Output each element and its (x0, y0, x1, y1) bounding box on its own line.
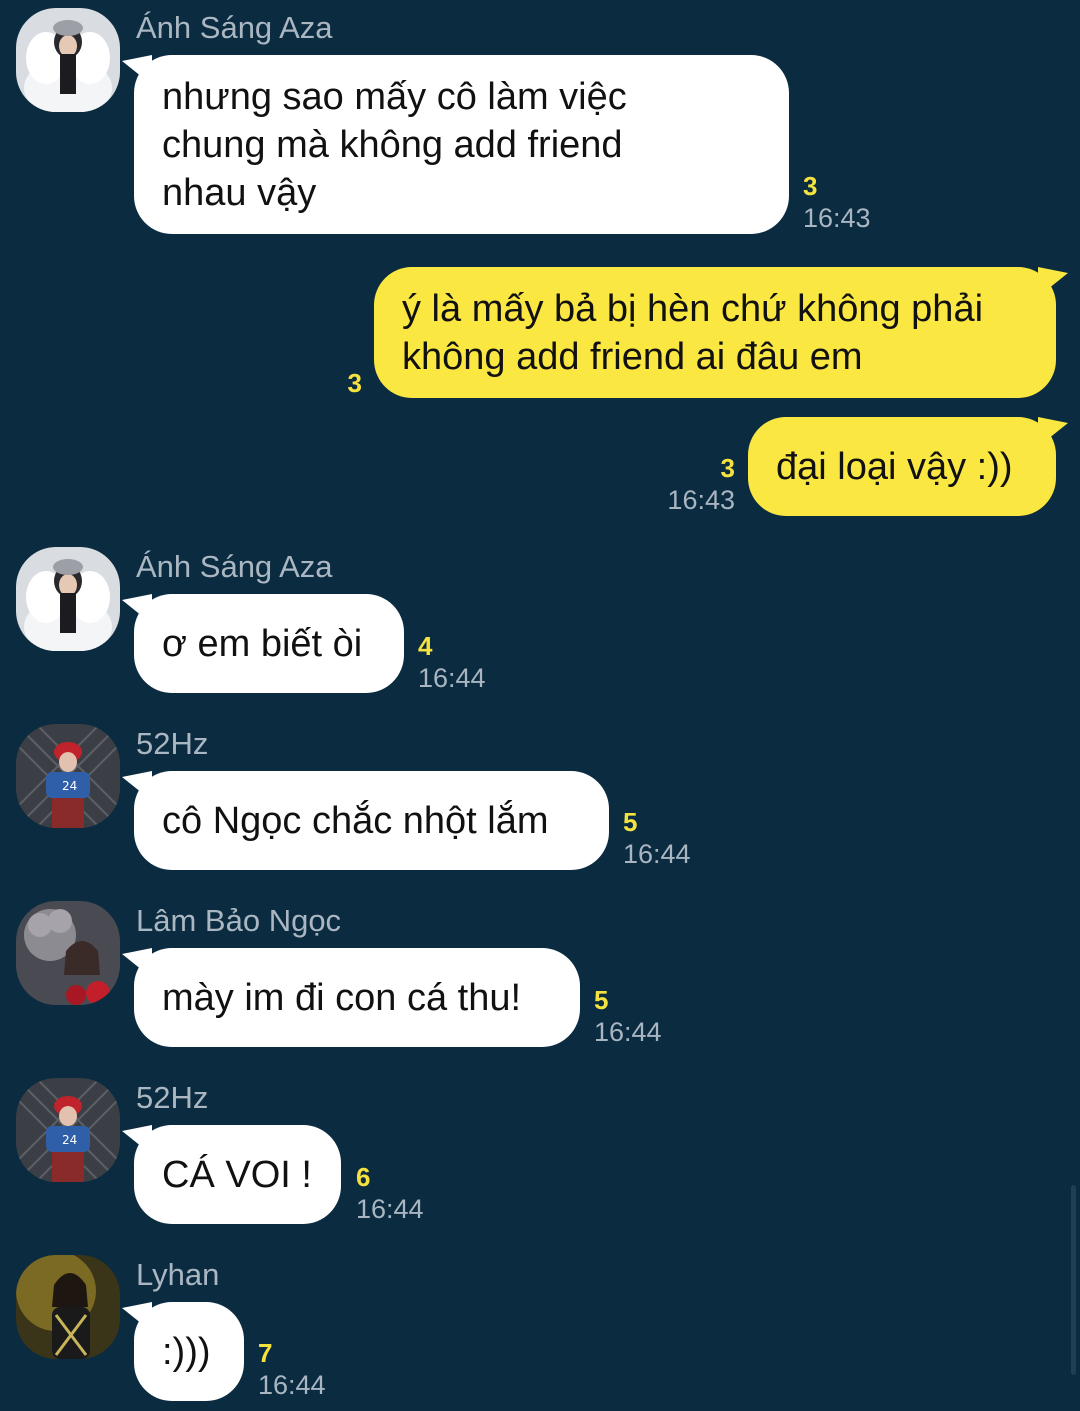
message-time: 16:43 (667, 485, 735, 515)
sender-avatar[interactable]: 24 (16, 724, 120, 828)
svg-text:24: 24 (62, 779, 77, 793)
message-time: 16:44 (258, 1370, 326, 1400)
unread-count: 7 (258, 1338, 273, 1368)
message-time: 16:44 (356, 1194, 424, 1224)
avatar-52hz-image: 24 (16, 1078, 120, 1182)
sender-name: Ánh Sáng Aza (136, 549, 333, 584)
message-bubble-incoming[interactable]: cô Ngọc chắc nhột lắm (134, 771, 609, 870)
unread-count: 5 (623, 807, 638, 837)
message-meta: 5 16:44 (594, 984, 662, 1048)
sender-name: 52Hz (136, 726, 209, 761)
message-text: CÁ VOI ! (162, 1153, 312, 1196)
avatar-anh-sang-aza-image (16, 547, 120, 651)
message-bubble-outgoing[interactable]: ý là mấy bả bị hèn chứ không phải không … (374, 267, 1056, 398)
avatar-lyhan-image (16, 1255, 120, 1359)
message-meta: 6 16:44 (356, 1161, 424, 1225)
message-meta: 3 16:43 (803, 170, 871, 234)
message-bubble-incoming[interactable]: CÁ VOI ! (134, 1125, 341, 1224)
message-time: 16:44 (623, 839, 691, 869)
message-bubble-incoming[interactable]: :))) (134, 1302, 244, 1401)
message-time: 16:43 (803, 203, 871, 233)
sender-avatar[interactable] (16, 901, 120, 1005)
message-text: cô Ngọc chắc nhột lắm (162, 799, 549, 842)
message-time: 16:44 (594, 1017, 662, 1047)
message-text: mày im đi con cá thu! (162, 976, 522, 1019)
unread-count: 4 (418, 631, 433, 661)
sender-name: Lâm Bảo Ngọc (136, 903, 342, 938)
sender-name: Lyhan (136, 1257, 220, 1292)
message-meta: 3 16:43 (640, 452, 735, 516)
message-bubble-incoming[interactable]: nhưng sao mấy cô làm việc chung mà không… (134, 55, 789, 234)
unread-count: 3 (720, 453, 735, 483)
unread-count: 3 (803, 171, 818, 201)
sender-avatar[interactable] (16, 8, 120, 112)
sender-avatar[interactable]: 24 (16, 1078, 120, 1182)
message-meta: 7 16:44 (258, 1337, 326, 1401)
message-bubble-incoming[interactable]: mày im đi con cá thu! (134, 948, 580, 1047)
chat-thread[interactable]: Ánh Sáng Aza nhưng sao mấy cô làm việc c… (0, 0, 1080, 1411)
message-meta: 4 16:44 (418, 630, 486, 694)
message-text: ý là mấy bả bị hèn chứ không phải không … (402, 287, 984, 378)
message-meta: 5 16:44 (623, 806, 691, 870)
avatar-anh-sang-aza-image (16, 8, 120, 112)
unread-count: 3 (347, 368, 362, 398)
message-text: nhưng sao mấy cô làm việc chung mà không… (162, 75, 627, 214)
message-meta: 3 (330, 367, 362, 399)
scrollbar[interactable] (1071, 1185, 1076, 1375)
message-bubble-outgoing[interactable]: đại loại vậy :)) (748, 417, 1056, 516)
sender-name: Ánh Sáng Aza (136, 10, 333, 45)
message-time: 16:44 (418, 663, 486, 693)
avatar-52hz-image: 24 (16, 724, 120, 828)
message-text: ơ em biết òi (162, 622, 363, 665)
unread-count: 6 (356, 1162, 371, 1192)
message-bubble-incoming[interactable]: ơ em biết òi (134, 594, 404, 693)
sender-avatar[interactable] (16, 1255, 120, 1359)
unread-count: 5 (594, 985, 609, 1015)
svg-text:24: 24 (62, 1133, 77, 1147)
message-text: :))) (162, 1330, 211, 1373)
avatar-lam-bao-ngoc-image (16, 901, 120, 1005)
sender-name: 52Hz (136, 1080, 209, 1115)
sender-avatar[interactable] (16, 547, 120, 651)
message-text: đại loại vậy :)) (776, 445, 1013, 488)
